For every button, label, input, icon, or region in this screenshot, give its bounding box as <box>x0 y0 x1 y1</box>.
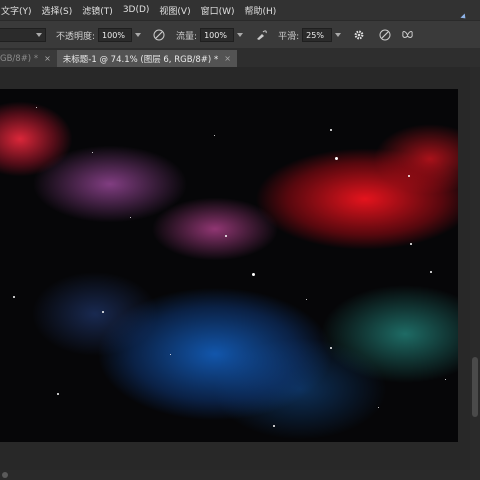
tab-label: GB/8#) * <box>0 53 39 64</box>
close-icon[interactable]: × <box>44 54 51 63</box>
tool-options-bar: 不透明度: 100% 流量: 100% 平滑: 25% <box>0 20 480 50</box>
star <box>430 271 432 273</box>
airbrush-icon[interactable] <box>254 28 268 42</box>
menu-3d[interactable]: 3D(D) <box>118 5 155 15</box>
star <box>130 217 131 218</box>
opacity-input[interactable]: 100% <box>98 28 133 42</box>
star <box>408 175 410 177</box>
star <box>92 152 93 153</box>
opacity-label: 不透明度: <box>56 31 96 42</box>
tab-label: 未标题-1 @ 74.1% (图层 6, RGB/8#) * <box>62 54 219 65</box>
menu-bar: 文字(Y) 选择(S) 滤镜(T) 3D(D) 视图(V) 窗口(W) 帮助(H… <box>0 0 480 20</box>
smoothing-input[interactable]: 25% <box>302 28 333 42</box>
document-tab-bar: GB/8#) * × 未标题-1 @ 74.1% (图层 6, RGB/8#) … <box>0 48 480 67</box>
menu-type[interactable]: 文字(Y) <box>0 4 37 17</box>
close-icon[interactable]: × <box>224 54 231 63</box>
star <box>252 273 255 276</box>
star <box>330 129 332 131</box>
menu-help[interactable]: 帮助(H) <box>240 4 282 17</box>
star <box>273 425 275 427</box>
star <box>330 347 332 349</box>
star <box>335 157 338 160</box>
star <box>170 354 171 355</box>
star <box>13 296 15 298</box>
brush-mode-dropdown[interactable] <box>0 28 46 42</box>
chevron-down-icon <box>335 33 342 37</box>
flow-label: 流量: <box>176 31 198 42</box>
tab-active-document[interactable]: 未标题-1 @ 74.1% (图层 6, RGB/8#) * × <box>56 50 237 67</box>
tab-previous-document[interactable]: GB/8#) * × <box>0 50 57 67</box>
star <box>214 135 215 136</box>
pen-pressure-icon[interactable] <box>152 28 166 42</box>
star <box>378 407 379 408</box>
gear-icon[interactable] <box>352 28 366 42</box>
flow-dropdown[interactable] <box>234 28 246 42</box>
menu-window[interactable]: 窗口(W) <box>196 4 240 17</box>
menu-view[interactable]: 视图(V) <box>154 4 195 17</box>
star <box>445 379 446 380</box>
star <box>102 311 104 313</box>
chevron-down-icon <box>135 33 142 37</box>
opacity-dropdown[interactable] <box>132 28 144 42</box>
document-canvas[interactable] <box>0 89 458 442</box>
star <box>225 235 227 237</box>
star <box>36 107 37 108</box>
star <box>410 243 412 245</box>
menu-filter[interactable]: 滤镜(T) <box>77 4 118 17</box>
canvas-workspace[interactable] <box>0 67 480 480</box>
menu-select[interactable]: 选择(S) <box>37 4 78 17</box>
chevron-down-icon <box>36 33 42 37</box>
horizontal-scroll-thumb[interactable] <box>2 472 8 478</box>
pen-pressure-size-icon[interactable] <box>378 28 392 42</box>
vertical-scroll-thumb[interactable] <box>472 357 478 417</box>
vertical-scrollbar[interactable] <box>470 67 480 480</box>
horizontal-scrollbar[interactable] <box>0 470 470 480</box>
flow-input[interactable]: 100% <box>200 28 235 42</box>
smoothing-label: 平滑: <box>278 31 300 42</box>
smoothing-dropdown[interactable] <box>332 28 344 42</box>
chevron-down-icon <box>237 33 244 37</box>
star <box>306 299 307 300</box>
star <box>57 393 59 395</box>
butterfly-icon[interactable] <box>400 28 414 42</box>
